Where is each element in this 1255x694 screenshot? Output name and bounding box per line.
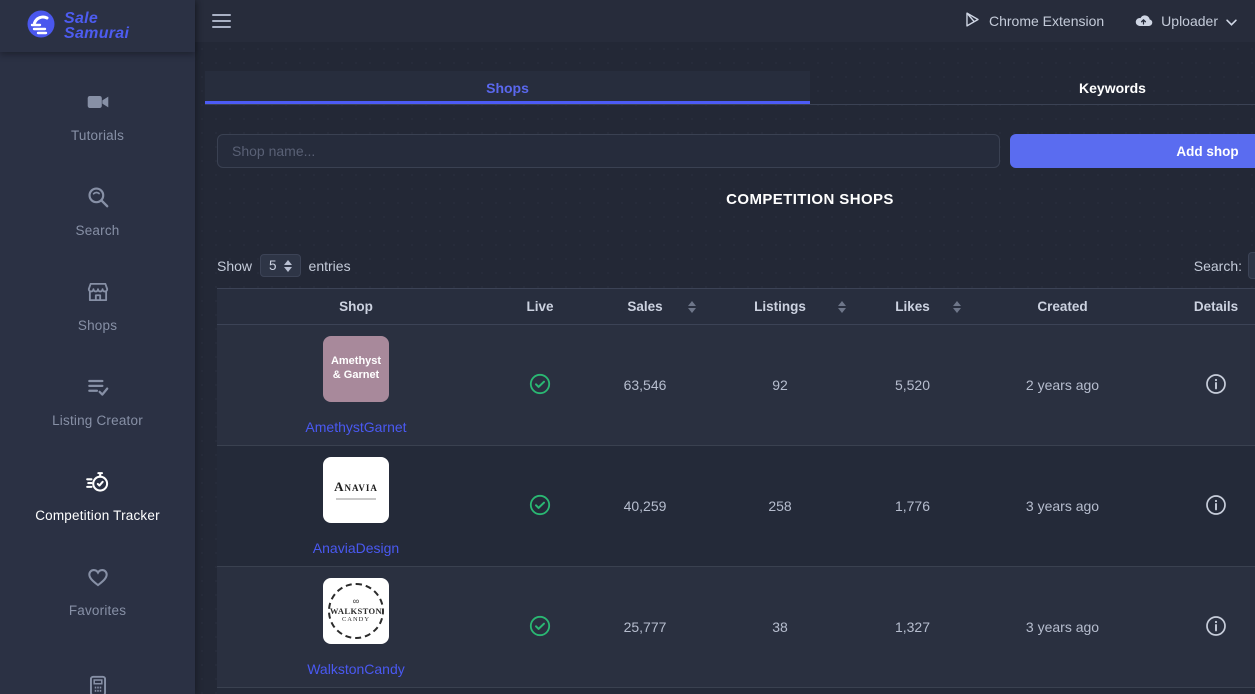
page-size-select[interactable]: 5 <box>260 254 301 277</box>
live-check-icon <box>529 624 551 640</box>
table-row: ∞ WALKSTON CANDY WalkstonCandy <box>217 567 1255 688</box>
uploader-dropdown[interactable]: Uploader <box>1134 13 1237 30</box>
column-header-details: Details <box>1155 289 1255 325</box>
table-row: Amethyst & Garnet AmethystGarnet 63,546 … <box>217 325 1255 446</box>
likes-value: 5,520 <box>855 325 970 446</box>
sidebar-item-label: Search <box>76 223 120 238</box>
column-header-sales[interactable]: Sales <box>585 289 705 325</box>
live-check-icon <box>529 382 551 398</box>
table-row: Anavia AnaviaDesign 40,259 258 1,776 <box>217 446 1255 567</box>
listings-value: 92 <box>705 325 855 446</box>
brand-name: Sale Samurai <box>64 11 129 41</box>
sidebar-item-label: Listing Creator <box>52 413 143 428</box>
sales-value: 63,546 <box>585 325 705 446</box>
listings-value: 258 <box>705 446 855 567</box>
hamburger-menu-button[interactable] <box>210 12 233 31</box>
column-header-listings[interactable]: Listings <box>705 289 855 325</box>
tab-keywords[interactable]: Keywords <box>810 71 1255 104</box>
competition-shops-table: Shop Live Sales Listings Likes Created D… <box>217 288 1255 694</box>
sort-icon <box>838 301 846 313</box>
sidebar-item-label: Competition Tracker <box>35 508 160 523</box>
listings-value: 38 <box>705 567 855 688</box>
sales-value: 40,259 <box>585 446 705 567</box>
select-arrows-icon <box>284 260 292 272</box>
page-title: COMPETITION SHOPS <box>205 191 1255 208</box>
sidebar-item-shops[interactable]: Shops <box>0 258 195 353</box>
content: Shops Keywords Add shop COMPETITION SHOP… <box>205 42 1255 694</box>
column-header-likes[interactable]: Likes <box>855 289 970 325</box>
column-header-created: Created <box>970 289 1155 325</box>
column-header-live: Live <box>495 289 585 325</box>
play-store-icon <box>964 11 981 31</box>
sidebar-item-favorites[interactable]: Favorites <box>0 543 195 638</box>
shop-logo: Amethyst & Garnet <box>323 336 389 402</box>
created-value: 2 years ago <box>970 325 1155 446</box>
details-info-icon[interactable] <box>1205 373 1227 398</box>
sidebar-item-listing-creator[interactable]: Listing Creator <box>0 353 195 448</box>
heart-icon <box>85 564 111 590</box>
tab-bar: Shops Keywords <box>205 71 1255 105</box>
shop-logo: ∞ WALKSTON CANDY <box>323 578 389 644</box>
sidebar-nav: Tutorials Search Shops <box>0 68 195 694</box>
sidebar: Sale Samurai Tutorials Search <box>0 0 195 694</box>
sidebar-item-calculator[interactable] <box>0 638 195 694</box>
sort-icon <box>953 301 961 313</box>
sidebar-item-label: Favorites <box>69 603 126 618</box>
sidebar-item-label: Tutorials <box>71 128 124 143</box>
sidebar-item-tutorials[interactable]: Tutorials <box>0 68 195 163</box>
show-label: Show <box>217 258 252 274</box>
shop-name-input[interactable] <box>217 134 1000 168</box>
table-row-partial <box>217 688 1255 694</box>
chevron-down-icon <box>1226 13 1237 29</box>
cloud-upload-icon <box>1134 13 1153 30</box>
chrome-extension-label: Chrome Extension <box>989 13 1104 29</box>
likes-value: 1,327 <box>855 567 970 688</box>
sidebar-item-label: Shops <box>78 318 117 333</box>
logo-link[interactable]: Sale Samurai <box>0 0 195 52</box>
details-info-icon[interactable] <box>1205 494 1227 519</box>
sidebar-item-competition-tracker[interactable]: Competition Tracker <box>0 448 195 543</box>
search-label: Search: <box>1194 258 1242 274</box>
table-header-row: Shop Live Sales Listings Likes Created D… <box>217 289 1255 325</box>
sidebar-item-search[interactable]: Search <box>0 163 195 258</box>
entries-label: entries <box>309 258 351 274</box>
app-window: Sale Samurai Tutorials Search <box>0 0 1255 694</box>
topbar: Chrome Extension Uploader <box>195 0 1255 42</box>
table-search-input[interactable] <box>1248 252 1255 279</box>
sale-samurai-logo-icon <box>26 9 56 44</box>
likes-value: 1,776 <box>855 446 970 567</box>
calculator-icon <box>85 673 111 694</box>
main-area: Chrome Extension Uploader Shops Keywords <box>195 0 1255 694</box>
details-info-icon[interactable] <box>1205 615 1227 640</box>
shop-toolbar: Add shop <box>217 134 1255 168</box>
tab-shops[interactable]: Shops <box>205 71 810 104</box>
created-value: 3 years ago <box>970 567 1155 688</box>
video-camera-icon <box>85 89 111 115</box>
chrome-extension-link[interactable]: Chrome Extension <box>964 11 1104 31</box>
sales-value: 25,777 <box>585 567 705 688</box>
created-value: 3 years ago <box>970 446 1155 567</box>
uploader-label: Uploader <box>1161 13 1218 29</box>
table-controls: Show 5 entries Search: <box>217 252 1255 279</box>
search-icon <box>85 184 111 210</box>
column-header-shop: Shop <box>217 289 495 325</box>
shop-name-link[interactable]: WalkstonCandy <box>307 661 405 677</box>
shop-name-link[interactable]: AnaviaDesign <box>313 540 399 556</box>
shop-name-link[interactable]: AmethystGarnet <box>305 419 406 435</box>
live-check-icon <box>529 503 551 519</box>
shop-logo: Anavia <box>323 457 389 523</box>
stopwatch-icon <box>85 469 111 495</box>
list-check-icon <box>85 374 111 400</box>
storefront-icon <box>85 279 111 305</box>
add-shop-button[interactable]: Add shop <box>1010 134 1255 168</box>
sort-icon <box>688 301 696 313</box>
